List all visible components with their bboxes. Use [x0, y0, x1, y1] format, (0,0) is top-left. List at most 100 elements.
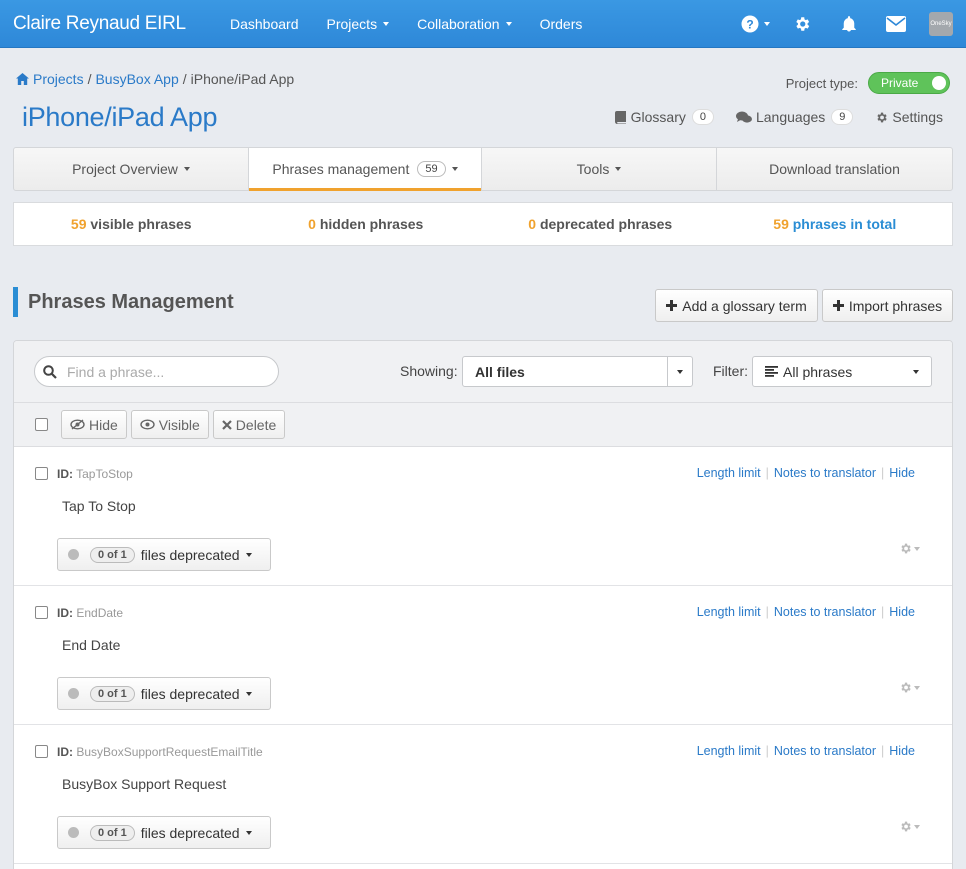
phrase-checkbox[interactable]	[35, 467, 48, 480]
search-input[interactable]	[67, 363, 257, 380]
file-select-value: All files	[475, 363, 525, 380]
files-deprecated-button[interactable]: 0 of 1 files deprecated	[57, 677, 271, 710]
phrase-settings-menu[interactable]	[899, 681, 920, 694]
stat-visible[interactable]: 59 visible phrases	[14, 216, 249, 232]
phrase-settings-menu[interactable]	[899, 542, 920, 555]
svg-text:?: ?	[746, 18, 753, 32]
project-type-label: Project type:	[785, 75, 858, 91]
languages-count: 9	[831, 109, 854, 125]
languages-link[interactable]: Languages 9	[735, 109, 854, 125]
deprecated-count: 0 of 1	[90, 685, 135, 702]
tab-label: Phrases management	[272, 161, 410, 177]
stat-deprecated[interactable]: 0 deprecated phrases	[483, 216, 718, 232]
eye-slash-icon	[70, 419, 85, 430]
delete-button[interactable]: Delete	[212, 410, 286, 439]
navbar-right: ? OneSky	[731, 0, 966, 48]
phrase-id-value: TapToStop	[76, 467, 133, 481]
breadcrumb-busybox-app[interactable]: BusyBox App	[95, 71, 178, 87]
gear-icon	[901, 682, 911, 693]
select-all-checkbox[interactable]	[35, 418, 48, 431]
caret-down-icon	[914, 685, 920, 690]
actions-separator: |	[881, 605, 885, 619]
bell-icon	[841, 16, 856, 32]
search-icon	[43, 364, 57, 379]
brand-name[interactable]: Claire Reynaud EIRL	[13, 13, 216, 35]
glossary-link[interactable]: Glossary 0	[614, 109, 714, 125]
caret-down-icon	[245, 691, 252, 696]
notes-to-translator-link[interactable]: Notes to translator	[774, 605, 876, 619]
phrase-id: ID: BusyBoxSupportRequestEmailTitle	[57, 745, 263, 759]
phrase-id-value: BusyBoxSupportRequestEmailTitle	[76, 745, 263, 759]
phrase-checkbox[interactable]	[35, 606, 48, 619]
files-deprecated-button[interactable]: 0 of 1 files deprecated	[57, 816, 271, 849]
notes-to-translator-link[interactable]: Notes to translator	[774, 466, 876, 480]
stat-number: 0	[308, 216, 316, 232]
caret-down-icon	[913, 369, 919, 374]
import-phrases-button[interactable]: Import phrases	[822, 289, 953, 322]
project-tabs: Project Overview Phrases management 59 T…	[13, 147, 953, 191]
tab-tools[interactable]: Tools	[482, 148, 717, 190]
phrase-id-value: EndDate	[76, 606, 124, 620]
phrase-checkbox[interactable]	[35, 745, 48, 758]
length-limit-link[interactable]: Length limit	[697, 605, 761, 619]
messages-menu[interactable]	[872, 16, 919, 32]
phrase-id: ID: EndDate	[57, 606, 123, 620]
files-deprecated-button[interactable]: 0 of 1 files deprecated	[57, 538, 271, 571]
nav-dashboard[interactable]: Dashboard	[216, 16, 313, 32]
help-menu[interactable]: ?	[731, 14, 778, 34]
caret-down-icon	[245, 830, 252, 835]
phrase-row: ID: EndDate Length limit | Notes to trans…	[14, 586, 952, 725]
phrase-text: BusyBox Support Request	[62, 776, 227, 792]
notes-to-translator-link[interactable]: Notes to translator	[774, 744, 876, 758]
phrase-filter-select[interactable]: All phrases	[752, 356, 932, 387]
nav-orders[interactable]: Orders	[526, 16, 597, 32]
page-title: iPhone/iPad App	[22, 102, 218, 132]
add-glossary-term-button[interactable]: Add a glossary term	[655, 289, 818, 322]
length-limit-link[interactable]: Length limit	[697, 466, 761, 480]
phrase-row: ID: BusyBoxSupportRequestEmailTitle Leng…	[14, 725, 952, 864]
stat-label: visible phrases	[90, 216, 192, 232]
hide-phrase-link[interactable]: Hide	[889, 744, 915, 758]
phrases-panel: Showing: All files Filter: All phrases H…	[13, 340, 953, 869]
actions-separator: |	[765, 466, 769, 480]
breadcrumb-separator: /	[87, 71, 92, 87]
breadcrumb-projects[interactable]: Projects	[33, 71, 84, 87]
hide-button[interactable]: Hide	[61, 410, 127, 439]
notifications-menu[interactable]	[825, 15, 872, 33]
phrase-filter-value: All phrases	[783, 363, 853, 380]
bulk-actions-toolbar: Hide Visible Delete	[14, 403, 952, 447]
nav-collaboration-label: Collaboration	[417, 15, 500, 32]
visible-button[interactable]: Visible	[130, 410, 209, 439]
caret-down-icon	[505, 21, 512, 26]
length-limit-link[interactable]: Length limit	[697, 744, 761, 758]
nav-collaboration[interactable]: Collaboration	[403, 16, 526, 32]
hide-label: Hide	[89, 416, 118, 433]
tab-label: Tools	[576, 161, 610, 177]
tab-project-overview[interactable]: Project Overview	[14, 148, 249, 190]
settings-menu[interactable]	[778, 15, 825, 33]
tab-phrases-management[interactable]: Phrases management 59	[249, 148, 482, 191]
file-select-toggle[interactable]	[667, 357, 692, 386]
hide-phrase-link[interactable]: Hide	[889, 605, 915, 619]
import-phrases-label: Import phrases	[848, 297, 943, 314]
envelope-icon	[885, 16, 906, 32]
search-box	[34, 356, 279, 387]
avatar[interactable]: OneSky	[929, 12, 953, 36]
add-glossary-term-label: Add a glossary term	[682, 297, 807, 314]
nav-projects[interactable]: Projects	[313, 16, 404, 32]
eye-icon	[140, 419, 155, 430]
phrase-actions: Length limit | Notes to translator | Hide	[697, 744, 915, 758]
caret-down-icon	[183, 167, 190, 171]
nav-dashboard-label: Dashboard	[230, 15, 299, 32]
caret-down-icon	[451, 167, 458, 171]
project-type-toggle[interactable]: Private	[868, 72, 950, 94]
hide-phrase-link[interactable]: Hide	[889, 466, 915, 480]
stat-hidden[interactable]: 0 hidden phrases	[249, 216, 484, 232]
file-select[interactable]: All files	[462, 356, 693, 387]
phrase-settings-menu[interactable]	[899, 820, 920, 833]
phrase-id-prefix: ID:	[57, 745, 73, 759]
stat-total[interactable]: 59 phrases in total	[718, 216, 953, 232]
phrase-row: ID: TapToStop Length limit | Notes to tra…	[14, 447, 952, 586]
tab-download-translation[interactable]: Download translation	[717, 148, 952, 190]
settings-link[interactable]: Settings	[875, 109, 943, 125]
